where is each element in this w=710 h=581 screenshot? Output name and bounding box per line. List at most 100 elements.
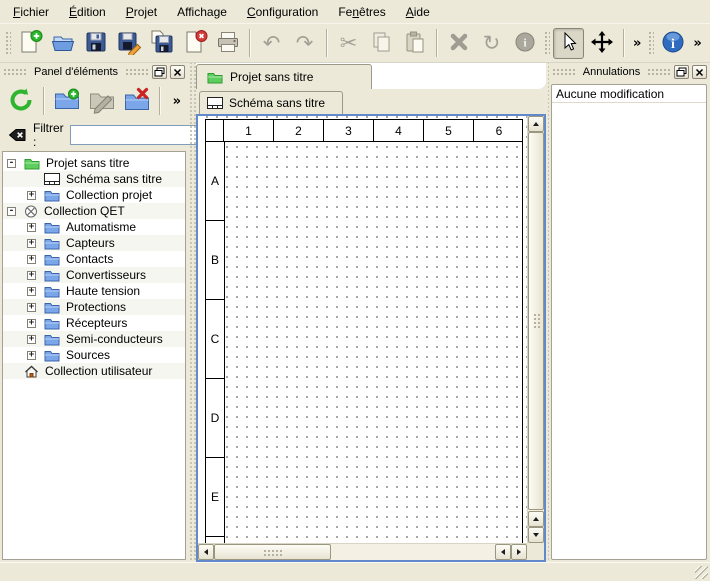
tree-item-label: Protections xyxy=(66,300,126,314)
panel-toolbar-overflow-button[interactable]: » xyxy=(169,94,185,109)
float-panel-button[interactable] xyxy=(674,65,689,79)
vertical-scrollbar-thumb[interactable] xyxy=(528,132,544,510)
folder-icon xyxy=(44,285,60,298)
column-header-4: 4 xyxy=(374,120,424,141)
open-project-button[interactable] xyxy=(47,28,78,59)
tab-project-label: Projet sans titre xyxy=(230,70,313,84)
tree-item-schema-sans-titre[interactable]: Schéma sans titre xyxy=(3,171,185,187)
expand-icon[interactable]: + xyxy=(27,303,36,312)
tree-item-collection-utilisateur[interactable]: Collection utilisateur xyxy=(3,363,185,379)
expand-icon[interactable]: + xyxy=(27,351,36,360)
tree-item-sources[interactable]: + Sources xyxy=(3,347,185,363)
tree-item-collection-qet[interactable]: -Collection QET xyxy=(3,203,185,219)
pan-tool-button[interactable] xyxy=(586,28,617,59)
toolbar-overflow-button[interactable]: » xyxy=(689,36,705,51)
tree-item-protections[interactable]: + Protections xyxy=(3,299,185,315)
print-button[interactable] xyxy=(212,28,243,59)
clear-filter-button[interactable] xyxy=(7,127,27,143)
expand-icon[interactable]: + xyxy=(27,255,36,264)
tree-item-automatisme[interactable]: +Automatisme xyxy=(3,219,185,235)
save-button[interactable] xyxy=(80,28,111,59)
tree-item-label: Sources xyxy=(66,348,110,362)
expand-icon[interactable]: + xyxy=(27,271,36,280)
expand-icon[interactable]: + xyxy=(27,287,36,296)
scroll-up-button-bottom[interactable] xyxy=(528,511,544,527)
new-category-button[interactable] xyxy=(50,85,83,118)
diagram-canvas[interactable]: 123456 ABCDE xyxy=(198,116,527,543)
menu-configuration[interactable]: Configuration xyxy=(237,0,328,23)
menu-edition[interactable]: Édition xyxy=(59,0,116,23)
toolbar-drag-handle[interactable] xyxy=(543,30,550,56)
tree-item-contacts[interactable]: +Contacts xyxy=(3,251,185,267)
toolbar-drag-handle[interactable] xyxy=(4,30,11,56)
project-folder-icon xyxy=(24,157,40,170)
toolbar-drag-handle[interactable] xyxy=(647,30,654,56)
expand-icon[interactable]: + xyxy=(27,335,36,344)
menu-affichage[interactable]: Affichage xyxy=(167,0,237,23)
toolbar-separator xyxy=(249,29,250,57)
tab-project[interactable]: Projet sans titre xyxy=(196,64,372,89)
copy-icon xyxy=(369,29,395,58)
cut-button[interactable]: ✂ xyxy=(333,28,364,59)
toolbar-overflow-button[interactable]: » xyxy=(629,36,645,51)
scroll-left-button-right[interactable] xyxy=(495,544,511,560)
expand-icon[interactable]: + xyxy=(27,223,36,232)
menu-fenetres[interactable]: Fenêtres xyxy=(328,0,395,23)
tree-item-capteurs[interactable]: +Capteurs xyxy=(3,235,185,251)
left-splitter[interactable] xyxy=(188,63,196,562)
new-project-button[interactable] xyxy=(14,28,45,59)
printer-icon xyxy=(215,29,241,58)
menu-aide[interactable]: Aide xyxy=(396,0,440,23)
float-panel-button[interactable] xyxy=(152,65,167,79)
close-panel-button[interactable] xyxy=(692,65,707,79)
expand-icon[interactable]: + xyxy=(27,191,36,200)
paste-button[interactable] xyxy=(399,28,430,59)
menu-projet[interactable]: Projet xyxy=(116,0,167,23)
save-all-button[interactable] xyxy=(146,28,177,59)
scroll-up-button[interactable] xyxy=(528,116,544,132)
collapse-icon[interactable]: - xyxy=(7,207,16,216)
close-panel-button[interactable] xyxy=(170,65,185,79)
tree-item-recepteurs[interactable]: +Récepteurs xyxy=(3,315,185,331)
delete-button[interactable] xyxy=(443,28,474,59)
horizontal-scrollbar-thumb[interactable] xyxy=(214,544,331,560)
close-file-button[interactable] xyxy=(179,28,210,59)
rotate-button[interactable]: ↻ xyxy=(476,28,507,59)
about-button[interactable]: i xyxy=(657,28,688,59)
tree-item-semi-conducteurs[interactable]: +Semi-conducteurs xyxy=(3,331,185,347)
tab-schema[interactable]: Schéma sans titre xyxy=(199,91,343,114)
undo-icon: ↶ xyxy=(263,33,281,54)
save-as-floppy-pencil-icon xyxy=(116,29,142,58)
undo-button[interactable]: ↶ xyxy=(256,28,287,59)
row-header-a: A xyxy=(206,142,224,221)
undo-history-item[interactable]: Aucune modification xyxy=(552,85,706,103)
scroll-right-button[interactable] xyxy=(511,544,527,560)
tree-item-projet-sans-titre[interactable]: -Projet sans titre xyxy=(3,155,185,171)
tree-item-collection-projet[interactable]: +Collection projet xyxy=(3,187,185,203)
folder-icon xyxy=(44,221,60,234)
project-folder-icon xyxy=(207,71,223,84)
copy-button[interactable] xyxy=(366,28,397,59)
horizontal-scrollbar xyxy=(198,543,527,560)
redo-button[interactable]: ↷ xyxy=(289,28,320,59)
reload-collections-button[interactable] xyxy=(4,85,37,118)
tree-item-convertisseurs[interactable]: +Convertisseurs xyxy=(3,267,185,283)
expand-icon[interactable]: + xyxy=(27,239,36,248)
tree-item-haute-tension[interactable]: +Haute tension xyxy=(3,283,185,299)
collapse-icon[interactable]: - xyxy=(7,159,16,168)
edit-category-button[interactable] xyxy=(85,85,118,118)
properties-button[interactable]: i xyxy=(509,28,540,59)
move-arrows-icon xyxy=(589,29,615,58)
toolbar-separator xyxy=(43,87,44,115)
save-as-button[interactable] xyxy=(113,28,144,59)
scroll-left-button[interactable] xyxy=(198,544,214,560)
scroll-down-button[interactable] xyxy=(528,527,544,543)
elements-panel-title: Panel d'éléments xyxy=(30,66,122,78)
folder-icon xyxy=(44,269,60,282)
delete-category-button[interactable] xyxy=(120,85,153,118)
expand-icon[interactable]: + xyxy=(27,319,36,328)
menu-fichier[interactable]: Fichier xyxy=(3,0,59,23)
select-tool-button[interactable] xyxy=(553,28,584,59)
folder-icon xyxy=(44,317,60,330)
resize-grip[interactable] xyxy=(695,566,708,579)
